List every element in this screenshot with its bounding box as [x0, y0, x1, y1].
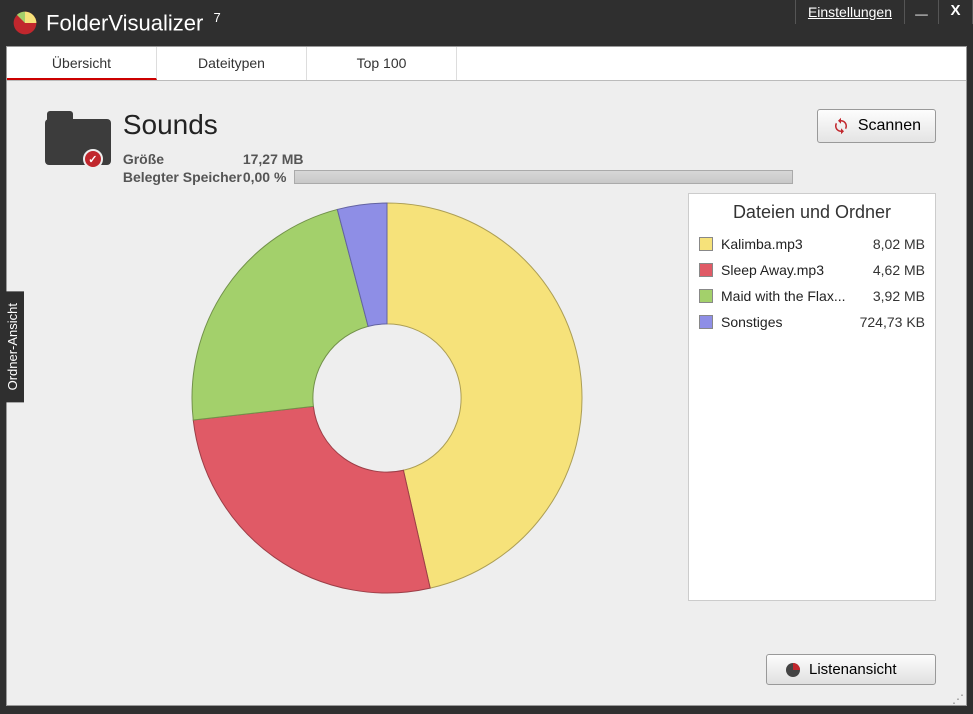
- folder-info: Sounds Größe 17,27 MB Belegter Speicher …: [123, 109, 793, 185]
- tab-overview[interactable]: Übersicht: [7, 47, 157, 80]
- legend-item-size: 724,73 KB: [860, 314, 925, 330]
- titlebar-controls: Einstellungen _ X: [795, 0, 973, 24]
- legend-panel: Dateien und Ordner Kalimba.mp3 8,02 MB Sle…: [688, 193, 936, 601]
- folder-name: Sounds: [123, 109, 793, 141]
- side-tab-folder-view[interactable]: Ordner-Ansicht: [1, 291, 24, 402]
- legend-item-name: Maid with the Flax...: [721, 288, 865, 304]
- size-value: 17,27 MB: [243, 151, 793, 167]
- legend-item-name: Kalimba.mp3: [721, 236, 865, 252]
- tab-filetypes[interactable]: Dateitypen: [157, 47, 307, 80]
- close-button[interactable]: X: [939, 0, 973, 24]
- tab-top100[interactable]: Top 100: [307, 47, 457, 80]
- resize-grip-icon[interactable]: ⋰: [952, 695, 964, 703]
- folder-icon: [45, 109, 99, 165]
- app-version: 7: [213, 10, 220, 25]
- scan-button-label: Scannen: [858, 117, 921, 135]
- title-bar: FolderVisualizer 7 Einstellungen _ X: [0, 0, 973, 46]
- legend-row[interactable]: Sleep Away.mp3 4,62 MB: [699, 257, 925, 283]
- settings-link[interactable]: Einstellungen: [795, 0, 905, 24]
- legend-row[interactable]: Sonstiges 724,73 KB: [699, 309, 925, 335]
- list-view-label: Listenansicht: [809, 661, 897, 678]
- legend-item-size: 4,62 MB: [873, 262, 925, 278]
- size-label: Größe: [123, 151, 243, 167]
- app-name: FolderVisualizer: [46, 10, 203, 35]
- legend-swatch-icon: [699, 315, 713, 329]
- content-frame: Übersicht Dateitypen Top 100 Ordner-Ansi…: [6, 46, 967, 706]
- legend-swatch-icon: [699, 263, 713, 277]
- body-row: Dateien und Ordner Kalimba.mp3 8,02 MB Sle…: [45, 193, 936, 646]
- legend-swatch-icon: [699, 289, 713, 303]
- legend-item-name: Sonstiges: [721, 314, 852, 330]
- legend-item-size: 3,92 MB: [873, 288, 925, 304]
- checkmark-badge-icon: [83, 149, 103, 169]
- donut-chart: [45, 193, 658, 646]
- app-title: FolderVisualizer 7: [46, 10, 221, 36]
- header-row: Sounds Größe 17,27 MB Belegter Speicher …: [45, 109, 936, 185]
- minimize-button[interactable]: _: [905, 0, 939, 24]
- app-logo-icon: [12, 10, 38, 36]
- tab-bar: Übersicht Dateitypen Top 100: [7, 47, 966, 81]
- used-value: 0,00 %: [243, 169, 287, 185]
- legend-title: Dateien und Ordner: [699, 202, 925, 223]
- progress-bar: [294, 170, 792, 184]
- footer-row: Listenansicht: [45, 654, 936, 685]
- legend-item-name: Sleep Away.mp3: [721, 262, 865, 278]
- pie-icon: [785, 662, 801, 678]
- used-bar: 0,00 %: [243, 169, 793, 185]
- legend-item-size: 8,02 MB: [873, 236, 925, 252]
- refresh-icon: [832, 117, 850, 135]
- main-area: Sounds Größe 17,27 MB Belegter Speicher …: [7, 81, 966, 705]
- used-label: Belegter Speicher: [123, 169, 243, 185]
- legend-row[interactable]: Kalimba.mp3 8,02 MB: [699, 231, 925, 257]
- legend-swatch-icon: [699, 237, 713, 251]
- scan-button[interactable]: Scannen: [817, 109, 936, 143]
- legend-row[interactable]: Maid with the Flax... 3,92 MB: [699, 283, 925, 309]
- list-view-button[interactable]: Listenansicht: [766, 654, 936, 685]
